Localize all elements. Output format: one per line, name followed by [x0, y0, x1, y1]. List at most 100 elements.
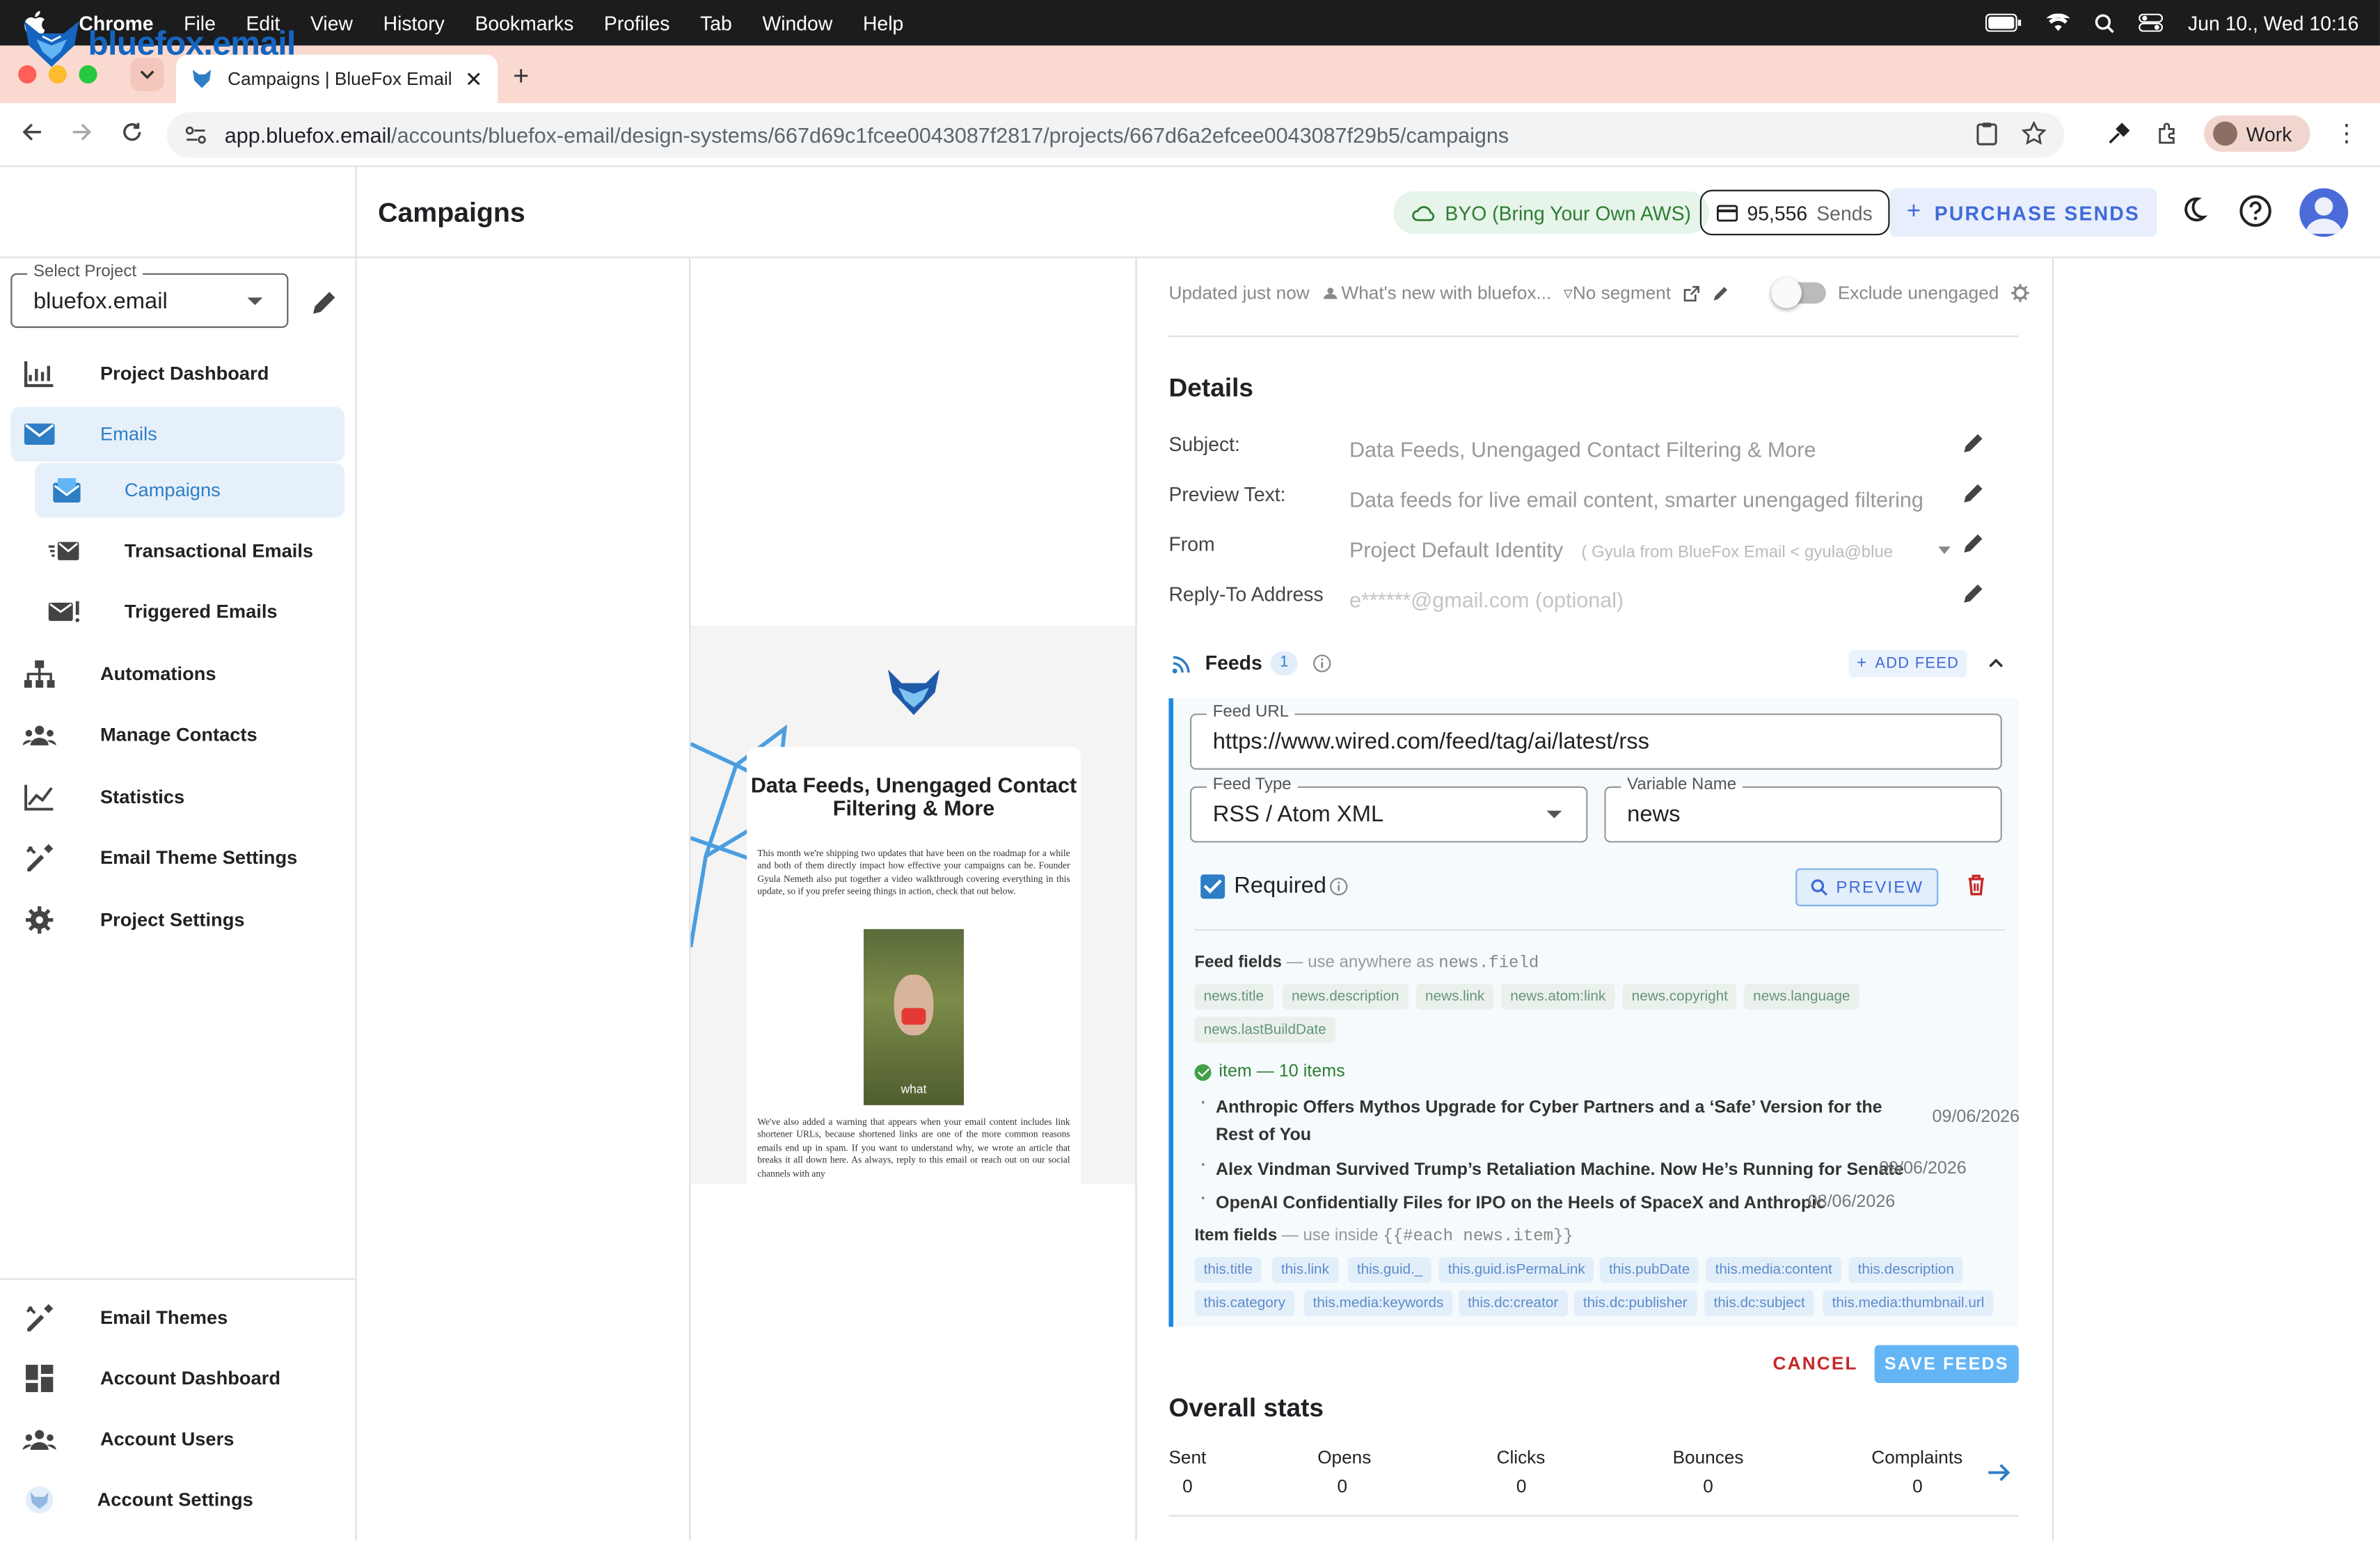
menu-history[interactable]: History — [383, 11, 445, 34]
spotlight-search-icon[interactable] — [2095, 13, 2115, 33]
help-question-icon[interactable] — [2239, 194, 2272, 235]
feed-field-chip[interactable]: news.copyright — [1622, 983, 1737, 1010]
video-thumbnail[interactable]: what — [864, 928, 964, 1105]
info-icon[interactable] — [1330, 878, 1348, 896]
item-field-chip[interactable]: this.link — [1271, 1256, 1339, 1283]
menu-tab[interactable]: Tab — [700, 11, 732, 34]
byo-aws-badge[interactable]: BYO (Bring Your Own AWS) — [1393, 191, 1710, 234]
item-field-chip[interactable]: this.pubDate — [1599, 1256, 1699, 1283]
new-tab-plus-icon[interactable]: + — [513, 61, 529, 93]
purchase-sends-button[interactable]: + PURCHASE SENDS — [1889, 188, 2157, 237]
from-caret-down-icon[interactable] — [1938, 546, 1951, 555]
chrome-menu-kebab-icon[interactable]: ⋮ — [2335, 118, 2359, 149]
feed-field-chip[interactable]: news.link — [1415, 983, 1494, 1010]
preview-text-field[interactable]: Data feeds for live email content, smart… — [1349, 487, 1964, 512]
variable-name-input[interactable]: Variable Name news — [1604, 775, 2002, 843]
item-field-chip[interactable]: this.guid.isPermaLink — [1438, 1256, 1594, 1283]
sidebar-item-emails[interactable]: Emails — [10, 406, 345, 462]
item-field-chip[interactable]: this.dc:publisher — [1573, 1290, 1697, 1317]
info-icon[interactable] — [1313, 654, 1331, 672]
sidebar-item-triggered-emails[interactable]: Triggered Emails — [10, 585, 344, 640]
sidebar-item-automations[interactable]: Automations — [10, 647, 344, 702]
sidebar-item-account-settings[interactable]: Account Settings — [10, 1473, 344, 1528]
edit-pencil-icon[interactable] — [1712, 285, 1729, 301]
sidebar-item-account-dashboard[interactable]: Account Dashboard — [10, 1351, 344, 1406]
feed-field-chip[interactable]: news.description — [1283, 983, 1409, 1010]
extensions-puzzle-icon[interactable] — [2155, 121, 2180, 145]
edit-project-pencil-icon[interactable] — [311, 288, 338, 323]
reply-to-field[interactable]: e******@gmail.com (optional) — [1349, 587, 1926, 612]
open-external-icon[interactable] — [1683, 285, 1699, 301]
item-field-chip[interactable]: this.media:keywords — [1303, 1290, 1453, 1317]
sidebar-item-email-themes[interactable]: Email Themes — [10, 1290, 344, 1345]
site-settings-icon[interactable] — [185, 126, 207, 144]
feed-url-input[interactable]: Feed URL https://www.wired.com/feed/tag/… — [1189, 702, 2002, 770]
clipboard-icon[interactable] — [1976, 121, 1998, 145]
feed-type-select[interactable]: Feed Type RSS / Atom XML — [1189, 775, 1588, 843]
feed-field-chip[interactable]: news.atom:link — [1501, 983, 1615, 1010]
preview-feed-button[interactable]: PREVIEW — [1795, 868, 1939, 907]
menu-view[interactable]: View — [310, 11, 353, 34]
menu-window[interactable]: Window — [762, 11, 832, 34]
segment-label[interactable]: No segment — [1573, 283, 1671, 304]
bluefox-logo[interactable]: bluefox.email — [22, 18, 296, 70]
delete-trash-icon[interactable] — [1967, 874, 1985, 896]
add-feed-button[interactable]: + ADD FEED — [1848, 649, 1967, 677]
project-select[interactable]: Select Project bluefox.email — [10, 262, 289, 329]
settings-gear-icon[interactable] — [2010, 283, 2029, 303]
edit-subject-pencil-icon[interactable] — [1962, 433, 1984, 461]
required-checkbox[interactable] — [1200, 874, 1225, 899]
forward-arrow-icon[interactable] — [72, 121, 93, 150]
item-field-chip[interactable]: this.media:content — [1706, 1256, 1841, 1283]
control-center-icon[interactable] — [2139, 13, 2164, 32]
email-preview[interactable]: Data Feeds, Unengaged Contact Filtering … — [690, 625, 1136, 1185]
reload-icon[interactable] — [121, 121, 143, 150]
exclude-unengaged-toggle[interactable] — [1770, 278, 1826, 308]
feed-field-chip[interactable]: news.language — [1744, 983, 1859, 1010]
sidebar-item-transactional-emails[interactable]: Transactional Emails — [10, 523, 344, 578]
sidebar-item-project-dashboard[interactable]: Project Dashboard — [10, 346, 344, 401]
feed-field-chip[interactable]: news.title — [1194, 983, 1274, 1010]
sidebar-item-statistics[interactable]: Statistics — [10, 770, 344, 825]
cancel-button[interactable]: CANCEL — [1773, 1352, 1858, 1374]
sidebar-item-manage-contacts[interactable]: Manage Contacts — [10, 707, 344, 762]
sends-counter[interactable]: 95,556 Sends — [1699, 189, 1889, 236]
edit-from-pencil-icon[interactable] — [1962, 533, 1984, 562]
item-field-chip[interactable]: this.category — [1194, 1290, 1295, 1317]
edit-reply-to-pencil-icon[interactable] — [1962, 583, 1984, 612]
user-avatar[interactable] — [2299, 188, 2349, 237]
feed-fields-title: Feed fields — [1194, 953, 1282, 972]
save-feeds-button[interactable]: SAVE FEEDS — [1874, 1345, 2019, 1383]
menu-bookmarks[interactable]: Bookmarks — [475, 11, 573, 34]
subject-field[interactable]: Data Feeds, Unengaged Contact Filtering … — [1349, 437, 1956, 461]
feed-field-chip[interactable]: news.lastBuildDate — [1194, 1017, 1335, 1043]
from-select[interactable]: Project Default Identity ( Gyula from Blu… — [1349, 537, 1919, 562]
sidebar-item-email-theme-settings[interactable]: Email Theme Settings — [10, 830, 344, 885]
profile-pill[interactable]: Work — [2203, 115, 2310, 152]
item-field-chip[interactable]: this.description — [1848, 1256, 1963, 1283]
item-field-chip[interactable]: this.guid._ — [1347, 1256, 1432, 1283]
tab-close-icon[interactable]: ✕ — [465, 66, 483, 92]
edit-preview-text-pencil-icon[interactable] — [1962, 483, 1984, 512]
eyedropper-icon[interactable] — [2107, 121, 2131, 145]
item-field-chip[interactable]: this.title — [1194, 1256, 1262, 1283]
menu-help[interactable]: Help — [863, 11, 903, 34]
dark-mode-moon-icon[interactable] — [2178, 194, 2209, 232]
back-arrow-icon[interactable] — [22, 121, 43, 150]
item-field-chip[interactable]: this.dc:subject — [1704, 1290, 1814, 1317]
sidebar-item-campaigns[interactable]: Campaigns — [35, 463, 345, 518]
item-field-chip[interactable]: this.media:thumbnail.url — [1823, 1290, 1994, 1317]
bookmark-star-icon[interactable] — [2021, 121, 2046, 145]
sidebar-item-account-users[interactable]: Account Users — [10, 1412, 344, 1467]
wifi-icon[interactable] — [2047, 13, 2071, 32]
item-field-chip[interactable]: this.dc:creator — [1459, 1290, 1568, 1317]
audience-name[interactable]: What's new with bluefox... — [1342, 283, 1552, 304]
view-stats-arrow-icon[interactable] — [1987, 1464, 2011, 1482]
divider — [1168, 1515, 2019, 1517]
menubar-clock[interactable]: Jun 10., Wed 10:16 — [2188, 11, 2358, 34]
menu-profiles[interactable]: Profiles — [604, 11, 670, 34]
address-bar[interactable]: app.bluefox.email/accounts/bluefox-email… — [166, 112, 2065, 158]
battery-icon[interactable] — [1985, 13, 2022, 32]
collapse-chevron-up-icon[interactable] — [1988, 657, 2004, 667]
sidebar-item-project-settings[interactable]: Project Settings — [10, 892, 344, 947]
